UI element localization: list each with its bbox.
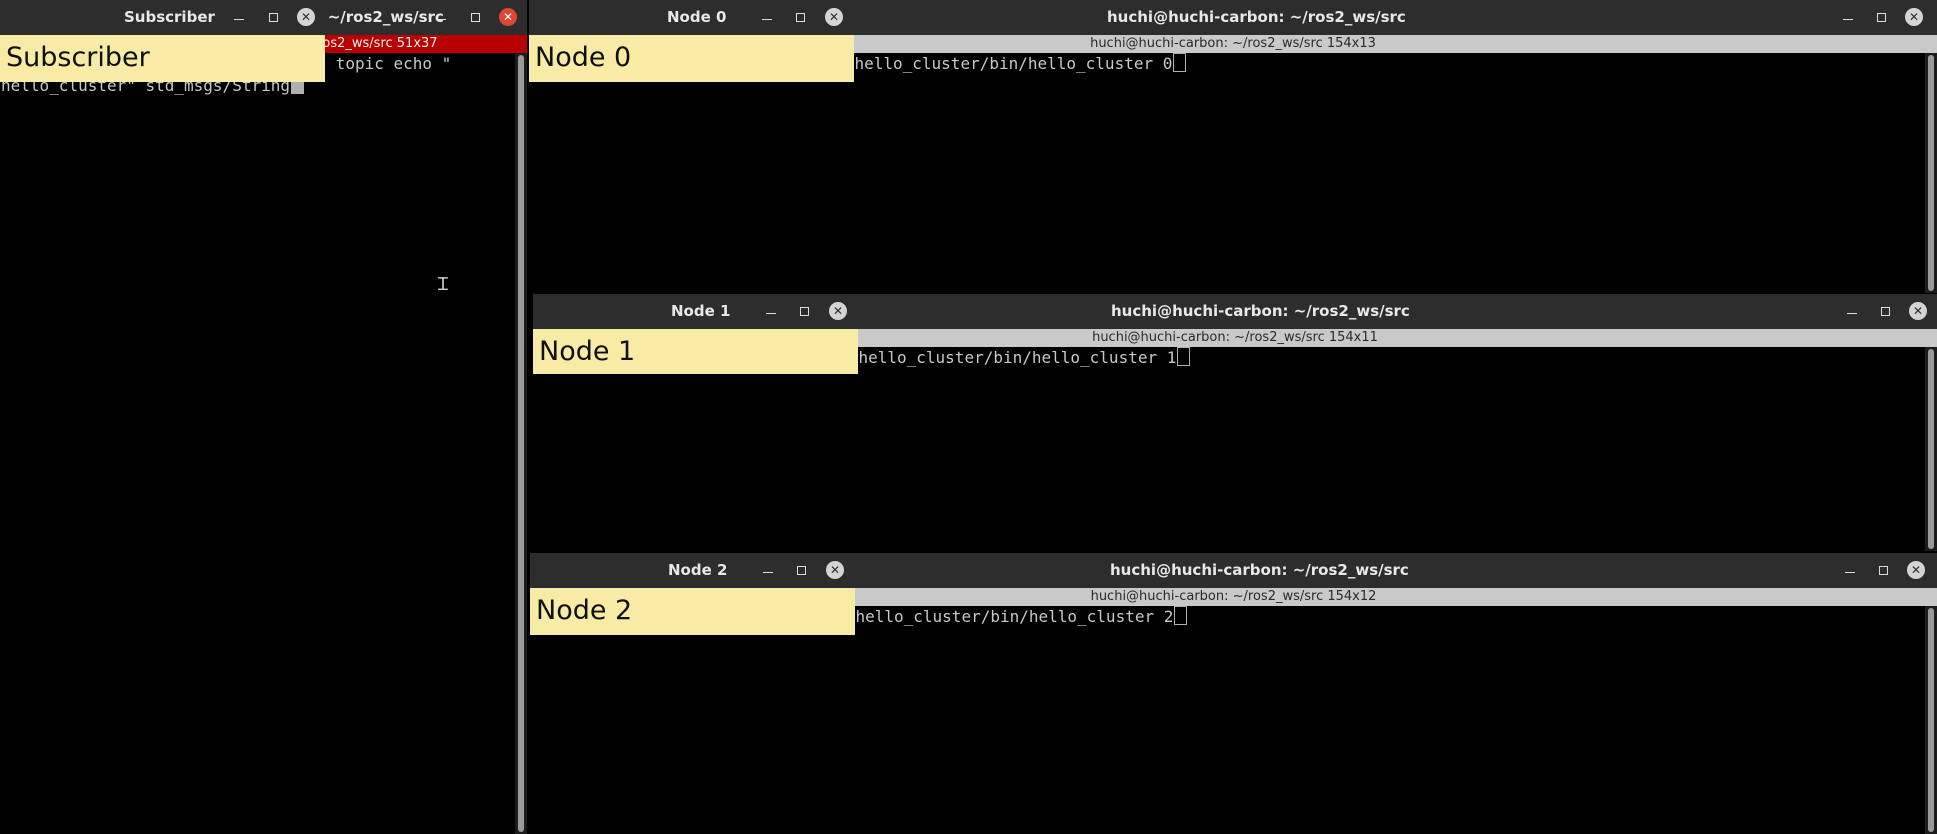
window-title: huchi@huchi-carbon: ~/ros2_ws/src (1107, 8, 1406, 26)
close-icon[interactable]: ✕ (1907, 561, 1925, 579)
maximize-icon[interactable] (1874, 561, 1892, 579)
node0-label-window[interactable]: Node 0 ✕ Node 0 (529, 0, 854, 82)
minimize-icon[interactable] (762, 302, 780, 320)
close-icon[interactable]: ✕ (499, 8, 517, 26)
sticky-note: Subscriber (0, 35, 325, 82)
scrollbar[interactable] (1925, 347, 1937, 551)
node1-label-titlebar[interactable]: Node 1 ✕ (533, 294, 858, 329)
scrollbar[interactable] (515, 53, 527, 834)
node1-label-window[interactable]: Node 1 ✕ Node 1 (533, 294, 858, 374)
subscriber-terminal-window[interactable]: huchi@huchi-carbon: ~/ros2_ws/src ✕ huch… (0, 0, 527, 834)
scrollbar[interactable] (1925, 606, 1937, 834)
maximize-icon[interactable] (466, 8, 484, 26)
minimize-icon[interactable] (759, 561, 777, 579)
terminal-output[interactable]: huchi@huchi-carbon:~/ros2_ws/src$ ros2 t… (0, 53, 515, 834)
node2-label-titlebar[interactable]: Node 2 ✕ (530, 553, 855, 588)
window-title: huchi@huchi-carbon: ~/ros2_ws/src (1110, 561, 1409, 579)
scrollbar-thumb[interactable] (1928, 608, 1934, 832)
close-icon[interactable]: ✕ (826, 561, 844, 579)
cursor-block (1177, 347, 1191, 366)
minimize-icon[interactable] (230, 8, 248, 26)
subscriber-label-titlebar[interactable]: Subscriber ✕ (0, 0, 325, 35)
sticky-note: Node 0 (529, 35, 854, 82)
terminal-output[interactable]: huchi@huchi-carbon:~/ros2_ws/src$ ../ins… (530, 606, 1925, 834)
sticky-note: Node 2 (530, 588, 855, 635)
terminal-output[interactable]: huchi@huchi-carbon:~/ros2_ws/src$ ../ins… (533, 347, 1925, 551)
scrollbar-thumb[interactable] (518, 55, 524, 832)
sticky-note: Node 1 (533, 329, 858, 374)
window-title: Subscriber (124, 8, 215, 26)
subscriber-label-window[interactable]: Subscriber ✕ Subscriber (0, 0, 325, 82)
close-icon[interactable]: ✕ (825, 8, 843, 26)
scrollbar-thumb[interactable] (1928, 55, 1934, 291)
minimize-icon[interactable] (1839, 8, 1857, 26)
maximize-icon[interactable] (791, 8, 809, 26)
cursor-block (1174, 606, 1188, 625)
close-icon[interactable]: ✕ (829, 302, 847, 320)
minimize-icon[interactable] (1841, 561, 1859, 579)
window-title: Node 1 (671, 302, 731, 320)
close-icon[interactable]: ✕ (297, 8, 315, 26)
scrollbar-thumb[interactable] (1928, 349, 1934, 549)
close-icon[interactable]: ✕ (1905, 8, 1923, 26)
minimize-icon[interactable] (432, 8, 450, 26)
maximize-icon[interactable] (264, 8, 282, 26)
cursor-block (1173, 53, 1187, 72)
minimize-icon[interactable] (1843, 302, 1861, 320)
window-title: Node 0 (667, 8, 727, 26)
minimize-icon[interactable] (758, 8, 776, 26)
window-title: Node 2 (668, 561, 728, 579)
maximize-icon[interactable] (1876, 302, 1894, 320)
maximize-icon[interactable] (792, 561, 810, 579)
window-title: huchi@huchi-carbon: ~/ros2_ws/src (1111, 302, 1410, 320)
terminal-output[interactable]: huchi@huchi-carbon:~/ros2_ws/src$ ../ins… (529, 53, 1925, 293)
close-icon[interactable]: ✕ (1909, 302, 1927, 320)
scrollbar[interactable] (1925, 53, 1937, 293)
maximize-icon[interactable] (1872, 8, 1890, 26)
text-ibeam-icon: Ɪ (438, 274, 449, 295)
node2-label-window[interactable]: Node 2 ✕ Node 2 (530, 553, 855, 635)
maximize-icon[interactable] (795, 302, 813, 320)
node0-label-titlebar[interactable]: Node 0 ✕ (529, 0, 854, 35)
